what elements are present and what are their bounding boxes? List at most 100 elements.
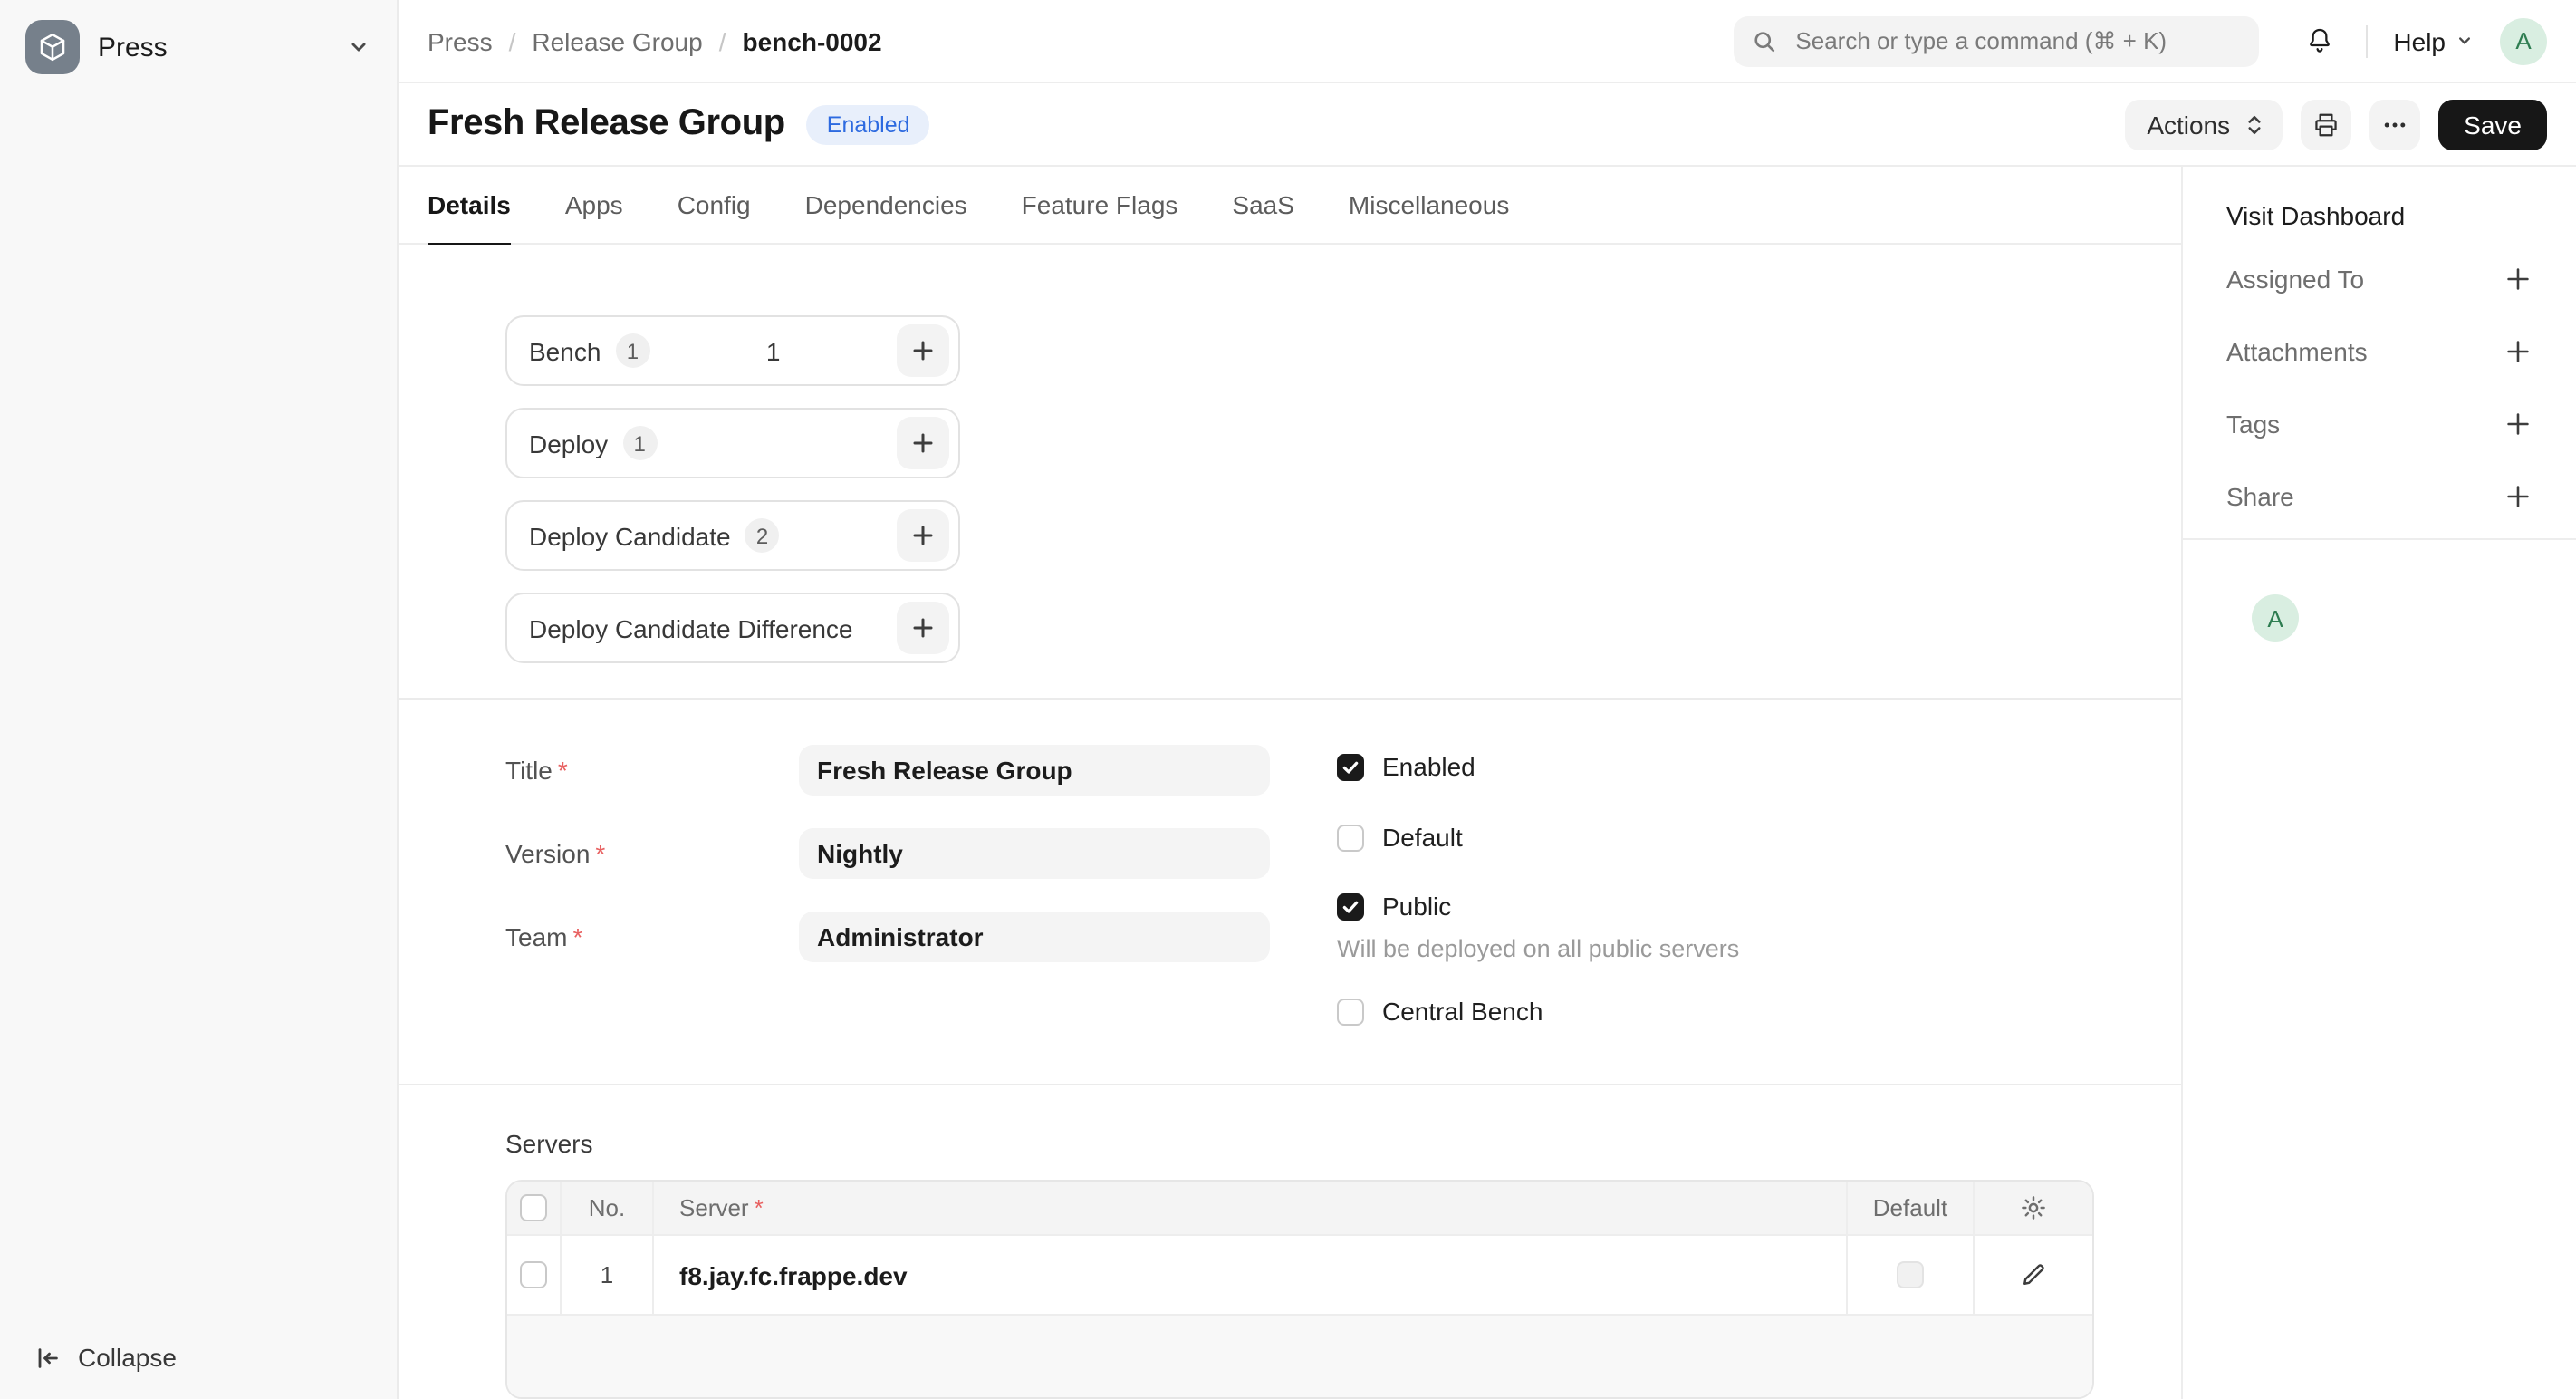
- help-menu[interactable]: Help: [2393, 26, 2475, 55]
- public-description: Will be deployed on all public servers: [1337, 935, 1739, 962]
- selector-icon: [2244, 111, 2264, 137]
- central-bench-checkbox-row[interactable]: Central Bench: [1337, 993, 1739, 1029]
- tab-saas[interactable]: SaaS: [1232, 167, 1294, 245]
- assigned-to-row[interactable]: Assigned To: [2226, 243, 2533, 315]
- top-navbar: Press / Release Group / bench-0002: [399, 0, 2576, 83]
- document-side-panel: Visit Dashboard Assigned To Attachments: [2181, 167, 2576, 1399]
- command-search[interactable]: [1734, 15, 2259, 66]
- breadcrumb-current: bench-0002: [743, 26, 882, 55]
- app-window: Press Collapse Press / Release Group / b…: [0, 0, 2576, 1399]
- tab-miscellaneous[interactable]: Miscellaneous: [1349, 167, 1509, 245]
- navbar-divider: [2366, 24, 2368, 57]
- title-label: Title: [505, 756, 553, 785]
- breadcrumb-press[interactable]: Press: [428, 26, 493, 55]
- row-number: 1: [560, 1236, 652, 1314]
- enabled-checkbox-row[interactable]: Enabled: [1337, 748, 1739, 785]
- collapse-label: Collapse: [78, 1343, 177, 1372]
- content-row: Details Apps Config Dependencies Feature…: [399, 167, 2576, 1399]
- add-deploy-candidate-difference-button[interactable]: [897, 602, 949, 654]
- viewer-avatar[interactable]: A: [2252, 594, 2299, 642]
- server-table-row[interactable]: 1 f8.jay.fc.frappe.dev: [507, 1234, 2092, 1314]
- add-tag-plus-icon[interactable]: [2504, 410, 2533, 439]
- form-checkboxes: Enabled Default Public Will be de: [1337, 745, 1739, 1084]
- column-server: Server: [679, 1194, 749, 1221]
- servers-section-label: Servers: [505, 1129, 2152, 1158]
- collapse-icon: [34, 1344, 62, 1371]
- side-panel-sections: Assigned To Attachments Tags: [2226, 243, 2533, 533]
- count-badge: 1: [615, 333, 649, 368]
- add-attachment-plus-icon[interactable]: [2504, 337, 2533, 366]
- central-bench-checkbox[interactable]: [1337, 998, 1364, 1025]
- tags-label: Tags: [2226, 410, 2280, 439]
- link-card-deploy-candidate-difference[interactable]: Deploy Candidate Difference: [505, 593, 960, 663]
- share-row[interactable]: Share: [2226, 460, 2533, 533]
- table-empty-area: [507, 1314, 2092, 1397]
- team-label: Team: [505, 922, 567, 951]
- sidebar: Press Collapse: [0, 0, 399, 1399]
- add-deploy-candidate-button[interactable]: [897, 509, 949, 562]
- count-badge: 1: [622, 426, 657, 460]
- public-checkbox-row[interactable]: Public: [1337, 888, 1739, 924]
- team-field[interactable]: Administrator: [799, 912, 1270, 962]
- print-button[interactable]: [2301, 99, 2351, 150]
- actions-button[interactable]: Actions: [2125, 99, 2283, 150]
- public-checkbox[interactable]: [1337, 892, 1364, 920]
- edit-row-pencil-icon[interactable]: [2020, 1261, 2047, 1288]
- more-options-button[interactable]: [2369, 99, 2420, 150]
- side-panel-divider: [2183, 538, 2576, 540]
- server-name-cell: f8.jay.fc.frappe.dev: [679, 1260, 908, 1289]
- link-card-label: Deploy: [529, 429, 608, 458]
- count-badge: 2: [745, 518, 780, 553]
- save-button[interactable]: Save: [2438, 99, 2547, 150]
- main-content: Details Apps Config Dependencies Feature…: [399, 167, 2181, 1399]
- add-assignment-plus-icon[interactable]: [2504, 265, 2533, 294]
- table-settings-gear-icon[interactable]: [2020, 1194, 2047, 1221]
- title-field[interactable]: Fresh Release Group: [799, 745, 1270, 796]
- help-label: Help: [2393, 26, 2446, 55]
- select-all-checkbox[interactable]: [520, 1194, 547, 1221]
- actions-label: Actions: [2147, 110, 2230, 139]
- open-count: 1: [649, 336, 897, 365]
- column-no: No.: [560, 1182, 652, 1234]
- user-avatar[interactable]: A: [2500, 17, 2547, 64]
- version-field[interactable]: Nightly: [799, 828, 1270, 879]
- add-deploy-button[interactable]: [897, 417, 949, 469]
- link-card-bench[interactable]: Bench 1 1: [505, 315, 960, 386]
- public-label: Public: [1382, 892, 1451, 921]
- row-default-checkbox[interactable]: [1897, 1261, 1924, 1288]
- breadcrumb-release-group[interactable]: Release Group: [532, 26, 702, 55]
- tags-row[interactable]: Tags: [2226, 388, 2533, 460]
- enabled-label: Enabled: [1382, 752, 1475, 781]
- visit-dashboard-link[interactable]: Visit Dashboard: [2226, 201, 2533, 230]
- add-share-plus-icon[interactable]: [2504, 482, 2533, 511]
- column-default: Default: [1846, 1182, 1973, 1234]
- default-checkbox[interactable]: [1337, 824, 1364, 851]
- breadcrumb: Press / Release Group / bench-0002: [428, 26, 882, 55]
- required-marker: *: [755, 1194, 764, 1221]
- row-select-checkbox[interactable]: [520, 1261, 547, 1288]
- link-card-deploy[interactable]: Deploy 1: [505, 408, 960, 478]
- attachments-row[interactable]: Attachments: [2226, 315, 2533, 388]
- enabled-checkbox[interactable]: [1337, 753, 1364, 780]
- app-name: Press: [98, 32, 328, 63]
- page-title: Fresh Release Group: [428, 103, 785, 145]
- tab-apps[interactable]: Apps: [565, 167, 623, 245]
- details-form-section: Title* Fresh Release Group Version* Nigh…: [399, 700, 2181, 1085]
- status-badge: Enabled: [807, 104, 930, 144]
- tab-feature-flags[interactable]: Feature Flags: [1022, 167, 1178, 245]
- notifications-button[interactable]: [2299, 20, 2341, 62]
- search-input[interactable]: [1792, 25, 2241, 56]
- default-checkbox-row[interactable]: Default: [1337, 819, 1739, 855]
- share-label: Share: [2226, 482, 2294, 511]
- tab-details[interactable]: Details: [428, 167, 511, 245]
- tab-config[interactable]: Config: [678, 167, 751, 245]
- attachments-label: Attachments: [2226, 337, 2368, 366]
- add-bench-button[interactable]: [897, 324, 949, 377]
- main-column: Press / Release Group / bench-0002: [399, 0, 2576, 1399]
- press-logo-icon: [25, 20, 80, 74]
- app-switcher[interactable]: Press: [0, 0, 397, 94]
- collapse-sidebar-button[interactable]: Collapse: [0, 1316, 397, 1399]
- link-card-deploy-candidate[interactable]: Deploy Candidate 2: [505, 500, 960, 571]
- save-label: Save: [2464, 110, 2522, 139]
- tab-dependencies[interactable]: Dependencies: [805, 167, 967, 245]
